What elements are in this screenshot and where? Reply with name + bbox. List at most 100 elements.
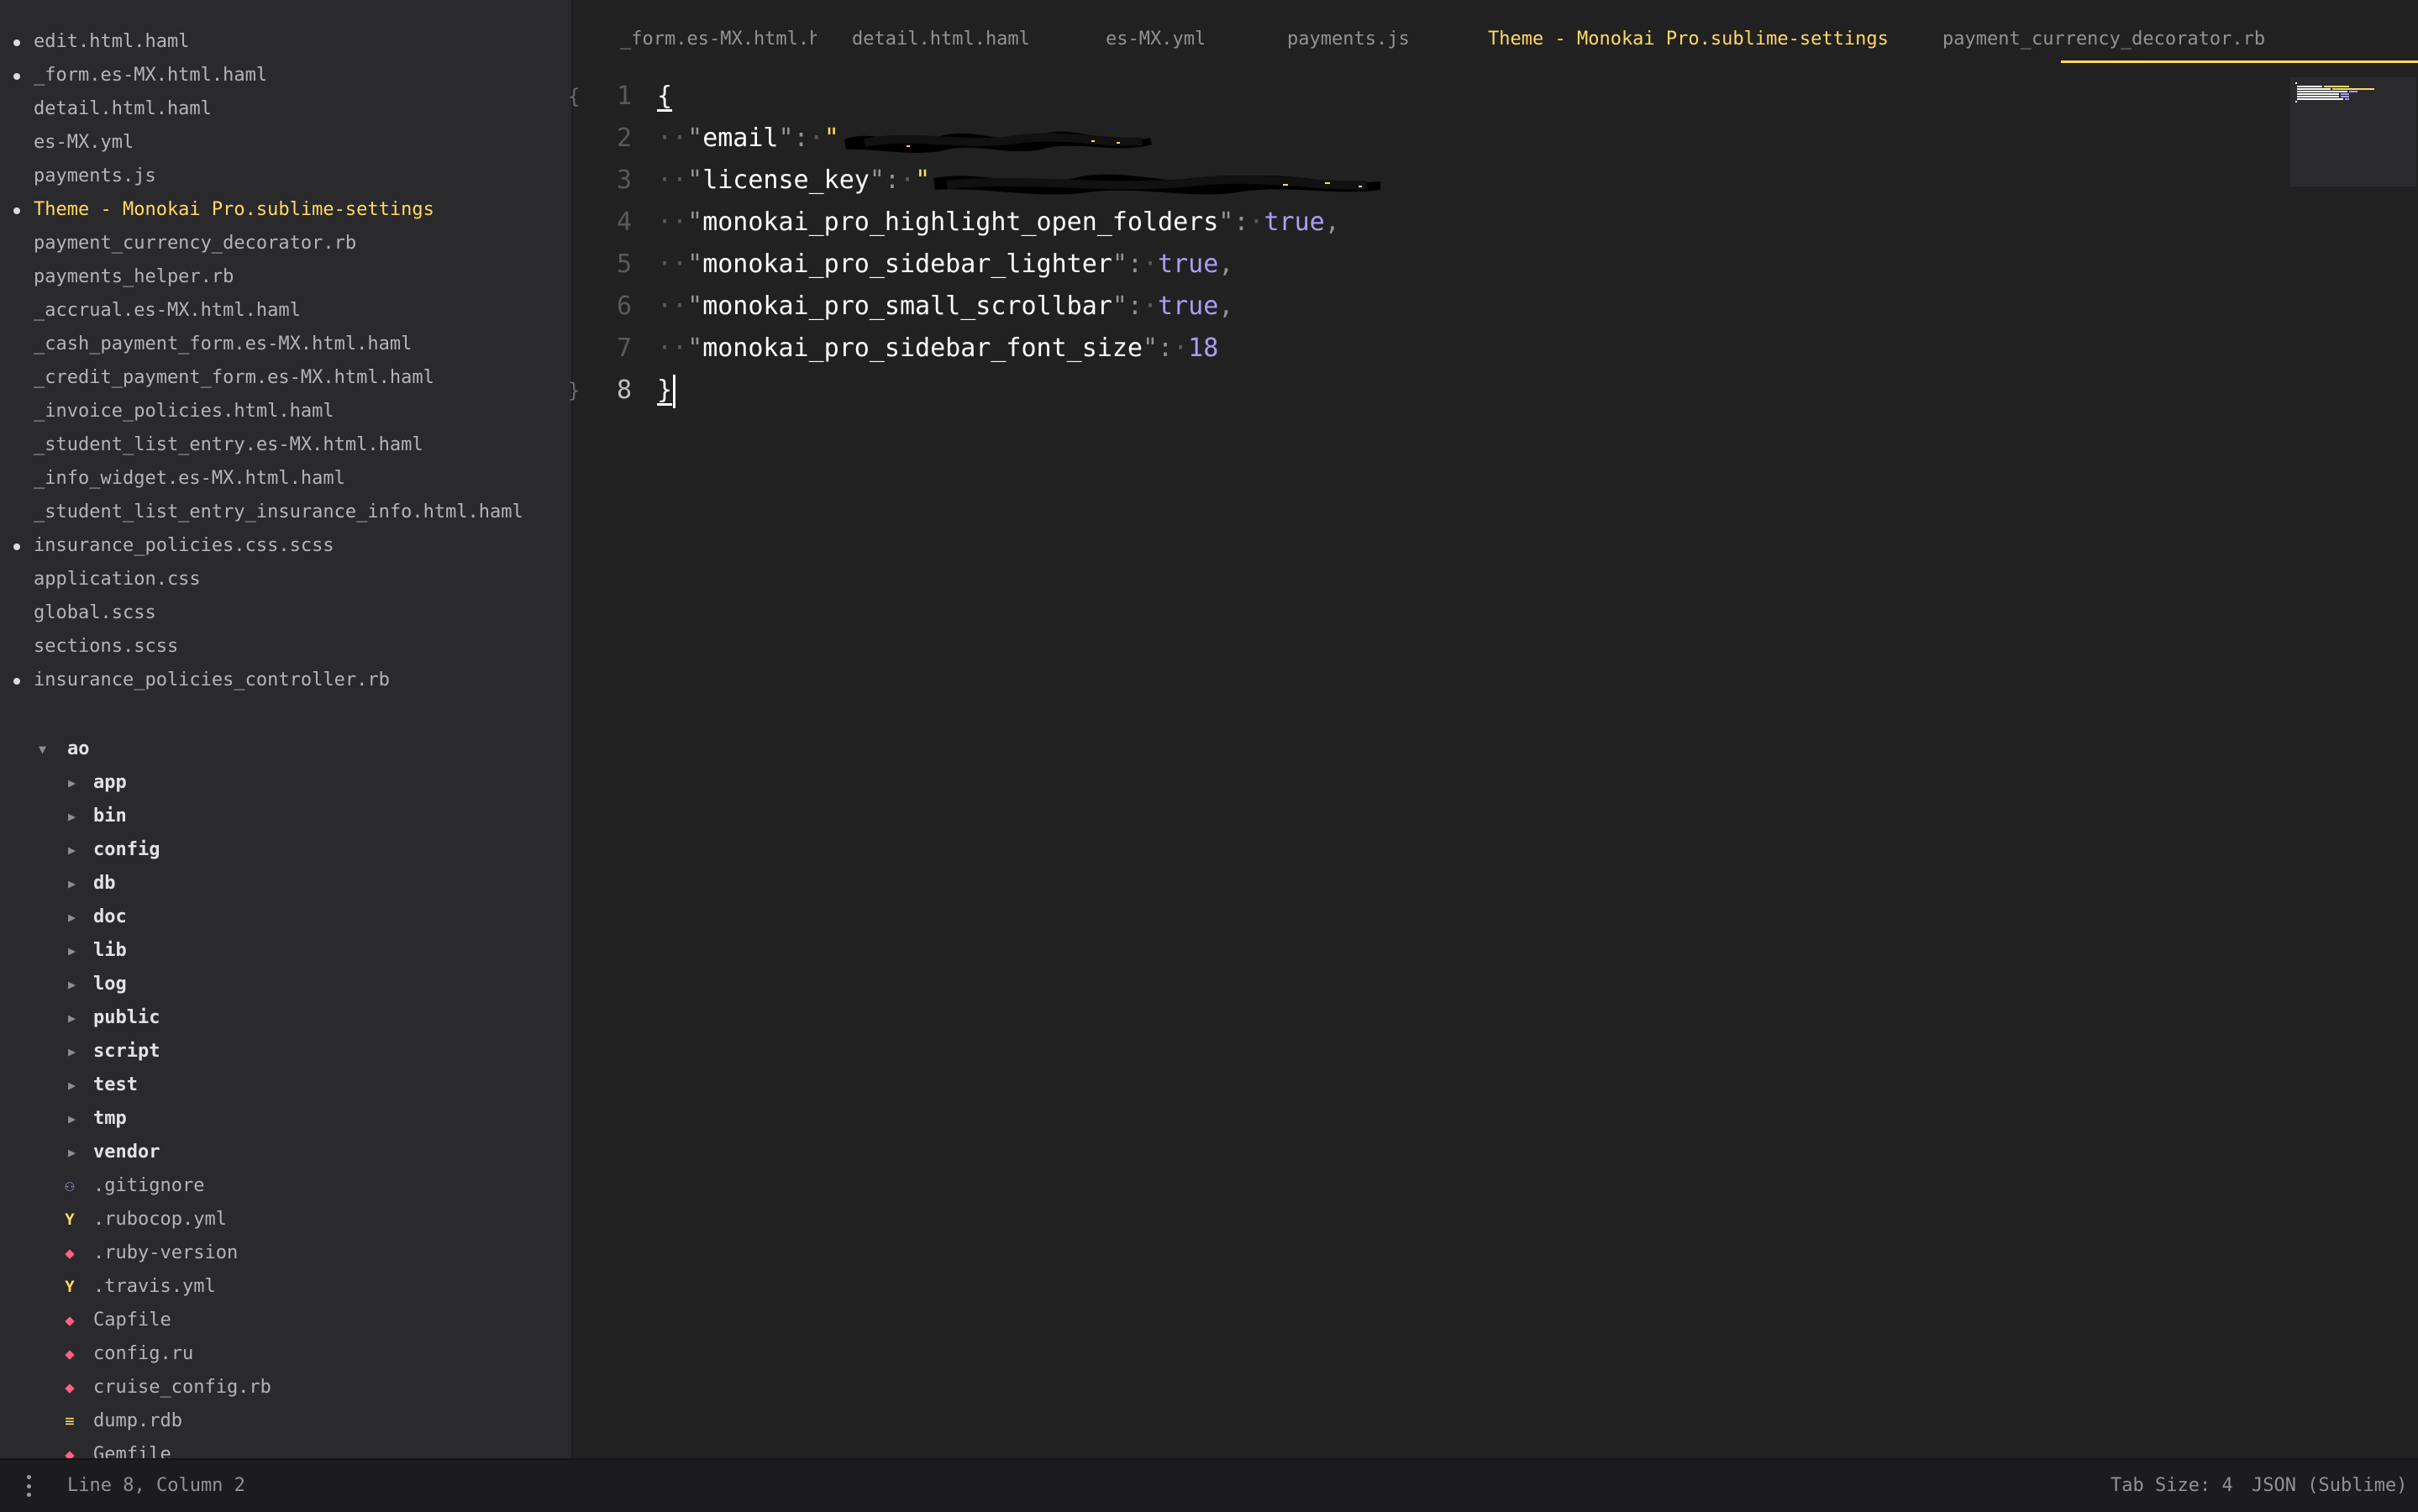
folder-item[interactable]: ▶ lib xyxy=(68,934,127,968)
open-file-item[interactable]: sections.scss xyxy=(34,630,178,664)
file-item[interactable]: ◆ cruise_config.rb xyxy=(65,1371,271,1404)
open-file-item[interactable]: _cash_payment_form.es-MX.html.haml xyxy=(34,328,412,361)
file-item[interactable]: Y .rubocop.yml xyxy=(65,1203,227,1236)
tab-form-es-mx[interactable]: _form.es-MX.html.haml xyxy=(620,24,817,55)
open-file-item[interactable]: application.css xyxy=(34,563,201,596)
tab-size-indicator[interactable]: Tab Size: 4 xyxy=(2110,1460,2233,1512)
open-file-item[interactable]: _student_list_entry_insurance_info.html.… xyxy=(34,496,523,529)
triangle-right-icon[interactable]: ▶ xyxy=(68,1136,76,1169)
open-file-label: insurance_policies.css.scss xyxy=(34,535,334,556)
triangle-down-icon[interactable]: ▼ xyxy=(39,732,46,766)
folder-item[interactable]: ▶ app xyxy=(68,766,127,800)
json-key: monokai_pro_sidebar_font_size xyxy=(702,333,1143,363)
folder-item[interactable]: ▶ bin xyxy=(68,800,127,833)
open-file-label: payments.js xyxy=(34,165,156,186)
file-label: Capfile xyxy=(93,1310,171,1331)
triangle-right-icon[interactable]: ▶ xyxy=(68,766,76,800)
database-icon: ≡ xyxy=(65,1412,75,1431)
open-file-label: payments_helper.rb xyxy=(34,266,234,287)
open-file-label: detail.html.haml xyxy=(34,98,212,119)
folder-root-ao[interactable]: ▼ ao xyxy=(39,732,90,766)
code-line: ··"monokai_pro_small_scrollbar":·true, xyxy=(657,291,1234,321)
triangle-right-icon[interactable]: ▶ xyxy=(68,1001,76,1035)
tab-es-mx-yml[interactable]: es-MX.yml xyxy=(1106,24,1206,55)
open-file-item[interactable]: es-MX.yml xyxy=(34,126,134,160)
folder-label: vendor xyxy=(93,1142,160,1163)
code-editor[interactable]: { } 1 2 3 4 5 6 7 8 { ··"email":·" ··"li… xyxy=(568,76,2289,1458)
active-tab-indicator xyxy=(2061,60,2418,63)
open-file-item[interactable]: payment_currency_decorator.rb xyxy=(34,227,356,260)
triangle-right-icon[interactable]: ▶ xyxy=(68,1102,76,1136)
file-item[interactable]: ◆ config.ru xyxy=(65,1337,193,1371)
minimap[interactable] xyxy=(2290,77,2416,186)
open-file-label: _accrual.es-MX.html.haml xyxy=(34,300,301,321)
open-file-item[interactable]: payments.js xyxy=(34,160,156,193)
folder-label: script xyxy=(93,1041,160,1062)
triangle-right-icon[interactable]: ▶ xyxy=(68,1068,76,1102)
folder-item[interactable]: ▶ log xyxy=(68,968,127,1001)
open-file-item[interactable]: insurance_policies_controller.rb xyxy=(13,664,390,697)
folder-label: log xyxy=(93,974,127,995)
open-file-item[interactable]: global.scss xyxy=(34,596,156,630)
open-file-item[interactable]: _info_widget.es-MX.html.haml xyxy=(34,462,345,496)
triangle-right-icon[interactable]: ▶ xyxy=(68,833,76,867)
status-bar: Line 8, Column 2 Tab Size: 4 JSON (Subli… xyxy=(0,1458,2418,1512)
folder-item[interactable]: ▶ public xyxy=(68,1001,160,1035)
json-value: true xyxy=(1158,291,1219,321)
tab-detail[interactable]: detail.html.haml xyxy=(852,24,1030,55)
syntax-indicator[interactable]: JSON (Sublime) xyxy=(2252,1460,2407,1512)
tab-theme-settings[interactable]: Theme - Monokai Pro.sublime-settings xyxy=(1488,24,1889,55)
file-item[interactable]: ⚇ .gitignore xyxy=(65,1169,204,1203)
folder-label: test xyxy=(93,1074,138,1095)
unsaved-dot-icon xyxy=(13,39,20,46)
folder-label: app xyxy=(93,772,127,793)
folder-item[interactable]: ▶ vendor xyxy=(68,1136,160,1169)
triangle-right-icon[interactable]: ▶ xyxy=(68,934,76,968)
json-key: license_key xyxy=(702,165,870,195)
open-file-item[interactable]: insurance_policies.css.scss xyxy=(13,529,334,563)
folder-item[interactable]: ▶ doc xyxy=(68,900,127,934)
code-line: ··"monokai_pro_sidebar_lighter":·true, xyxy=(657,249,1234,279)
json-key: email xyxy=(702,123,779,153)
open-file-item[interactable]: Theme - Monokai Pro.sublime-settings xyxy=(13,193,434,227)
json-key: monokai_pro_sidebar_lighter xyxy=(702,249,1112,279)
folder-item[interactable]: ▶ db xyxy=(68,867,116,900)
open-file-item[interactable]: _accrual.es-MX.html.haml xyxy=(34,294,301,328)
folder-item[interactable]: ▶ script xyxy=(68,1035,160,1068)
triangle-right-icon[interactable]: ▶ xyxy=(68,900,76,934)
file-item[interactable]: ◆ .ruby-version xyxy=(65,1236,238,1270)
open-file-item[interactable]: payments_helper.rb xyxy=(34,260,234,294)
tab-payment-currency-decorator[interactable]: payment_currency_decorator.rb xyxy=(1942,24,2265,55)
folder-item[interactable]: ▶ tmp xyxy=(68,1102,127,1136)
open-file-item[interactable]: _form.es-MX.html.haml xyxy=(13,59,267,92)
folder-label: bin xyxy=(93,806,127,827)
folder-item[interactable]: ▶ config xyxy=(68,833,160,867)
file-item[interactable]: ◆ Capfile xyxy=(65,1304,171,1337)
yaml-icon: Y xyxy=(65,1278,75,1296)
file-label: Gemfile xyxy=(93,1444,171,1458)
triangle-right-icon[interactable]: ▶ xyxy=(68,800,76,833)
line-number: 2 xyxy=(616,123,632,153)
open-file-item[interactable]: _invoice_policies.html.haml xyxy=(34,395,334,428)
folder-item[interactable]: ▶ test xyxy=(68,1068,138,1102)
open-file-label: global.scss xyxy=(34,602,156,623)
file-item[interactable]: ◆ Gemfile xyxy=(65,1438,171,1458)
triangle-right-icon[interactable]: ▶ xyxy=(68,968,76,1001)
code-line: ··"email":·" xyxy=(657,118,1159,160)
file-item[interactable]: Y .travis.yml xyxy=(65,1270,215,1304)
tab-payments-js[interactable]: payments.js xyxy=(1287,24,1410,55)
code-line: ··"monokai_pro_sidebar_font_size":·18 xyxy=(657,333,1219,363)
file-label: .rubocop.yml xyxy=(93,1209,227,1230)
open-file-item[interactable]: _student_list_entry.es-MX.html.haml xyxy=(34,428,423,462)
open-file-item[interactable]: _credit_payment_form.es-MX.html.haml xyxy=(34,361,434,395)
triangle-right-icon[interactable]: ▶ xyxy=(68,867,76,900)
file-item[interactable]: ≡ dump.rdb xyxy=(65,1404,182,1438)
unsaved-dot-icon xyxy=(13,678,20,685)
open-file-label: _student_list_entry.es-MX.html.haml xyxy=(34,434,423,455)
cursor-position[interactable]: Line 8, Column 2 xyxy=(67,1460,245,1512)
triangle-right-icon[interactable]: ▶ xyxy=(68,1035,76,1068)
open-file-item[interactable]: detail.html.haml xyxy=(34,92,212,126)
open-file-label: _cash_payment_form.es-MX.html.haml xyxy=(34,333,413,354)
status-menu-icon[interactable] xyxy=(25,1475,32,1497)
open-file-item[interactable]: edit.html.haml xyxy=(13,25,189,59)
